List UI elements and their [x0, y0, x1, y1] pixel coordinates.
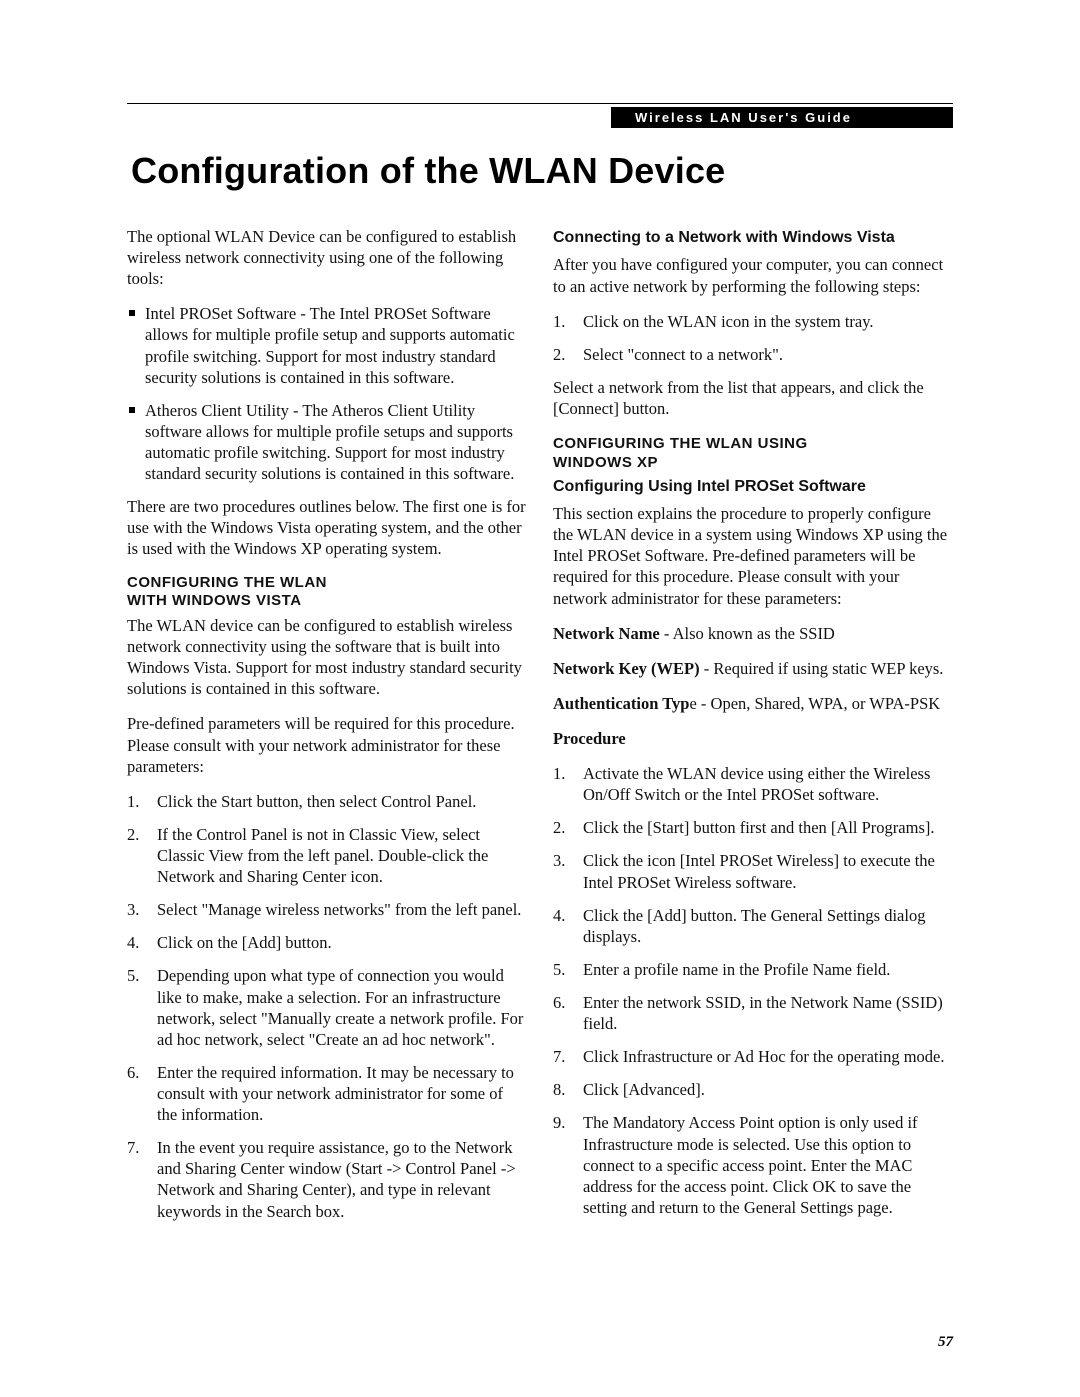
list-item: If the Control Panel is not in Classic V… — [127, 824, 527, 887]
header-rule — [127, 103, 953, 104]
two-procedures-paragraph: There are two procedures outlines below.… — [127, 496, 527, 559]
document-page: Wireless LAN User's Guide Configuration … — [0, 0, 1080, 1397]
intro-paragraph: The optional WLAN Device can be configur… — [127, 226, 527, 289]
heading-line: WITH WINDOWS VISTA — [127, 592, 302, 609]
list-item: Click Infrastructure or Ad Hoc for the o… — [553, 1046, 953, 1067]
list-item: Click the icon [Intel PROSet Wireless] t… — [553, 850, 953, 892]
list-item: Select "Manage wireless networks" from t… — [127, 899, 527, 920]
page-title: Configuration of the WLAN Device — [131, 150, 725, 192]
list-item: Enter a profile name in the Profile Name… — [553, 959, 953, 980]
left-column: The optional WLAN Device can be configur… — [127, 226, 527, 1234]
header-bar: Wireless LAN User's Guide — [611, 107, 953, 128]
param-network-key: Network Key (WEP) - Required if using st… — [553, 658, 953, 679]
list-item: Enter the required information. It may b… — [127, 1062, 527, 1125]
list-item: Atheros Client Utility - The Atheros Cli… — [127, 400, 527, 484]
list-item: Depending upon what type of connection y… — [127, 965, 527, 1049]
param-auth-type: Authentication Type - Open, Shared, WPA,… — [553, 693, 953, 714]
param-desc: e - Open, Shared, WPA, or WPA-PSK — [689, 694, 940, 713]
heading-line: WINDOWS XP — [553, 454, 658, 471]
list-item: Click on the WLAN icon in the system tra… — [553, 311, 953, 332]
list-item: Click on the [Add] button. — [127, 932, 527, 953]
list-item: Activate the WLAN device using either th… — [553, 763, 953, 805]
param-network-name: Network Name - Also known as the SSID — [553, 623, 953, 644]
list-item: The Mandatory Access Point option is onl… — [553, 1112, 953, 1218]
xp-heading: CONFIGURING THE WLAN USING WINDOWS XP — [553, 435, 953, 473]
content-columns: The optional WLAN Device can be configur… — [127, 226, 953, 1234]
page-number: 57 — [938, 1334, 953, 1351]
xp-subheading: Configuring Using Intel PROSet Software — [553, 477, 953, 497]
list-item: Click [Advanced]. — [553, 1079, 953, 1100]
heading-line: CONFIGURING THE WLAN USING — [553, 435, 808, 452]
vista-heading: CONFIGURING THE WLAN WITH WINDOWS VISTA — [127, 574, 527, 612]
param-desc: - Also known as the SSID — [660, 624, 835, 643]
connect-steps: Click on the WLAN icon in the system tra… — [553, 311, 953, 365]
list-item: Click the Start button, then select Cont… — [127, 791, 527, 812]
vista-intro-1: The WLAN device can be configured to est… — [127, 615, 527, 699]
connect-intro: After you have configured your computer,… — [553, 254, 953, 296]
list-item: In the event you require assistance, go … — [127, 1137, 527, 1221]
right-column: Connecting to a Network with Windows Vis… — [553, 226, 953, 1234]
vista-intro-2: Pre-defined parameters will be required … — [127, 713, 527, 776]
param-label: Network Name — [553, 624, 660, 643]
connect-heading: Connecting to a Network with Windows Vis… — [553, 228, 953, 248]
list-item: Click the [Start] button first and then … — [553, 817, 953, 838]
procedure-heading: Procedure — [553, 728, 953, 749]
list-item: Intel PROSet Software - The Intel PROSet… — [127, 303, 527, 387]
xp-steps: Activate the WLAN device using either th… — [553, 763, 953, 1218]
connect-tail: Select a network from the list that appe… — [553, 377, 953, 419]
heading-line: CONFIGURING THE WLAN — [127, 574, 327, 591]
param-desc: - Required if using static WEP keys. — [700, 659, 944, 678]
param-label: Authentication Typ — [553, 694, 689, 713]
procedure-heading-label: Procedure — [553, 729, 626, 748]
list-item: Click the [Add] button. The General Sett… — [553, 905, 953, 947]
list-item: Enter the network SSID, in the Network N… — [553, 992, 953, 1034]
tool-list: Intel PROSet Software - The Intel PROSet… — [127, 303, 527, 484]
vista-steps: Click the Start button, then select Cont… — [127, 791, 527, 1222]
param-label: Network Key (WEP) — [553, 659, 700, 678]
list-item: Select "connect to a network". — [553, 344, 953, 365]
xp-intro: This section explains the procedure to p… — [553, 503, 953, 609]
